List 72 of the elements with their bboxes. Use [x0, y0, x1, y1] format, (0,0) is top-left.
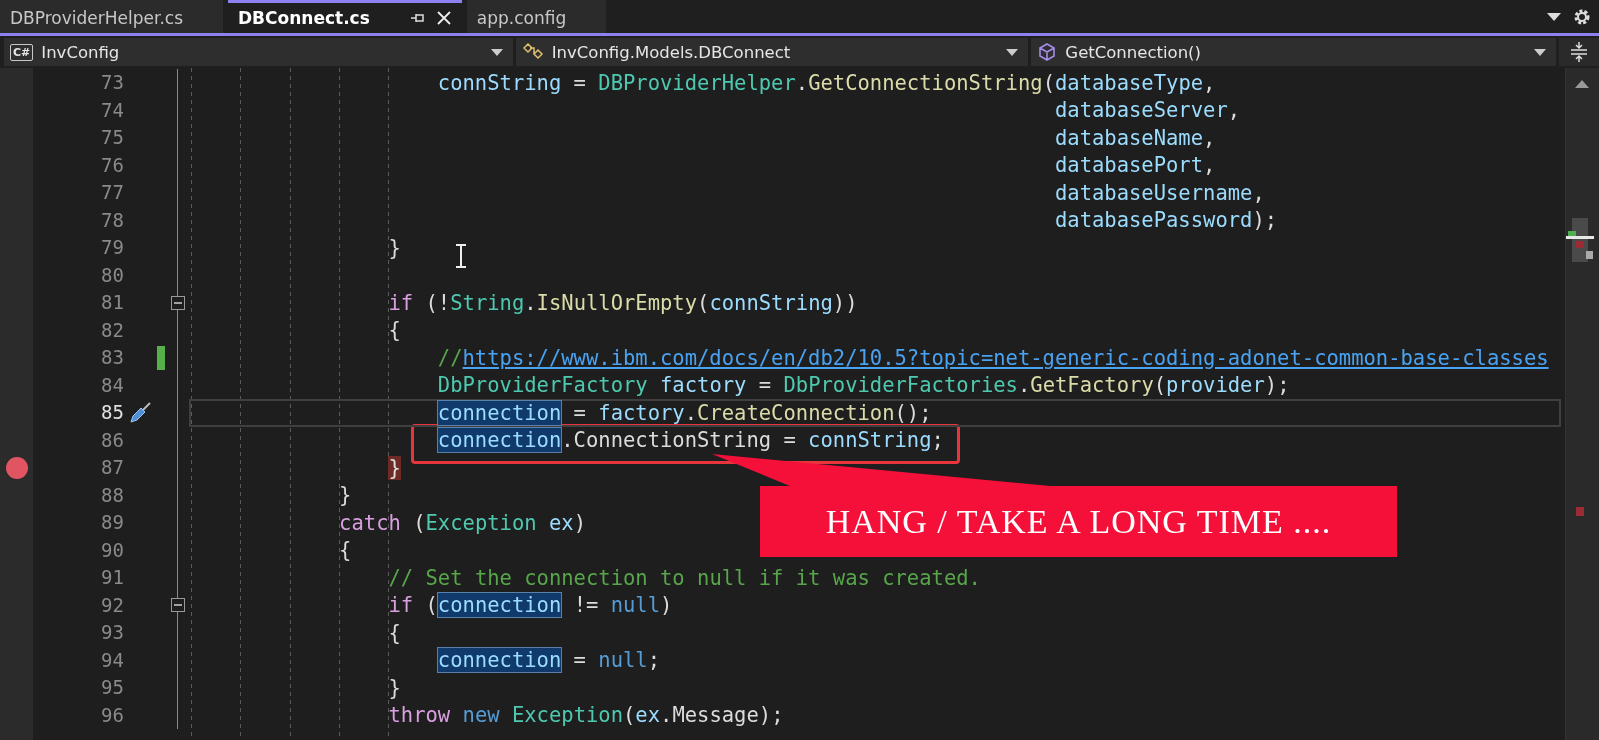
code-line: databasePort, — [1053, 153, 1216, 178]
close-icon[interactable] — [435, 10, 452, 26]
screwdriver-icon[interactable] — [128, 400, 152, 425]
line-number: 96 — [100, 702, 125, 728]
code-line: { — [387, 620, 401, 645]
line-number: 79 — [100, 235, 125, 260]
caret-icon[interactable] — [1547, 12, 1561, 21]
breakpoint-icon[interactable] — [5, 456, 28, 479]
split-icon — [1569, 41, 1589, 63]
type-dropdown[interactable]: InvConfig.Models.DBConnect — [515, 38, 1029, 66]
line-number: 88 — [100, 482, 125, 508]
line-number: 95 — [100, 675, 125, 700]
code-line: } — [387, 675, 401, 700]
caret-icon — [1534, 48, 1546, 56]
pin-icon[interactable] — [409, 11, 426, 25]
collapse-icon[interactable] — [170, 598, 185, 613]
code-line: } — [338, 483, 352, 508]
code-line: if (connection != null) — [387, 593, 673, 618]
line-number: 82 — [100, 317, 125, 343]
line-number: 94 — [100, 647, 125, 673]
project-dropdown[interactable]: C# InvConfig — [4, 38, 513, 66]
caret-mark — [1566, 236, 1594, 239]
line-number: 93 — [100, 620, 125, 645]
member-dropdown[interactable]: GetConnection() — [1031, 38, 1556, 66]
line-number: 77 — [100, 180, 125, 205]
line-number: 74 — [100, 97, 125, 123]
line-number: 89 — [100, 510, 125, 535]
breakpoint-mark — [1576, 241, 1584, 248]
split-button[interactable] — [1559, 38, 1599, 66]
line-number: 84 — [100, 372, 125, 398]
scrollbar[interactable] — [1565, 68, 1599, 740]
code-line: if (!String.IsNullOrEmpty(connString)) — [387, 290, 858, 315]
code-line: { — [338, 538, 352, 563]
code-line: connString = DBProviderHelper.GetConnectionString(databaseType, — [436, 70, 1216, 95]
code-line: databasePassword); — [1053, 208, 1278, 233]
line-number: 85 — [100, 400, 125, 425]
code-line: connection.ConnectionString = connString; — [436, 428, 944, 453]
caret-icon — [1006, 48, 1019, 56]
code-line: // Set the connection to null if it was created. — [387, 565, 981, 590]
line-number: 83 — [100, 345, 125, 370]
code-line: } — [387, 235, 401, 260]
scroll-up-icon[interactable] — [1575, 80, 1589, 88]
code-line: { — [387, 318, 401, 343]
caret-icon — [490, 48, 503, 56]
file-tab[interactable]: app.config — [466, 0, 607, 33]
code-line: catch (Exception ex) — [338, 510, 586, 535]
selection-mark — [1586, 251, 1593, 259]
breakpoint-mark — [1576, 507, 1584, 516]
line-number: 87 — [100, 455, 125, 480]
code-line: //https://www.ibm.com/docs/en/db2/10.5?topic=net-generic-coding-adonet-common-base-classes — [436, 345, 1549, 370]
line-number: 86 — [100, 427, 125, 453]
code-line: databaseUsername, — [1053, 180, 1265, 205]
text-cursor-icon — [454, 244, 468, 268]
line-number: 73 — [100, 70, 125, 95]
file-tab[interactable]: DBProviderHelper.cs — [0, 0, 223, 33]
code-line: throw new Exception(ex.Message); — [387, 703, 784, 728]
settings-icon[interactable] — [1573, 7, 1591, 26]
line-number: 78 — [100, 207, 125, 233]
collapse-icon[interactable] — [170, 295, 185, 310]
line-number: 80 — [100, 262, 125, 288]
line-number: 81 — [100, 290, 125, 315]
line-number: 75 — [100, 125, 125, 150]
line-number: 91 — [100, 565, 125, 590]
code-line: databaseServer, — [1053, 98, 1241, 123]
line-number: 92 — [100, 592, 125, 618]
line-number: 90 — [100, 537, 125, 563]
code-line: databaseName, — [1053, 125, 1216, 150]
code-line: connection = factory.CreateConnection(); — [436, 400, 932, 425]
line-number: 76 — [100, 152, 125, 178]
cube-icon — [1037, 42, 1058, 62]
code-line: DbProviderFactory factory = DbProviderFactories.GetFactory(provider); — [436, 373, 1290, 398]
class-icon — [521, 42, 544, 62]
